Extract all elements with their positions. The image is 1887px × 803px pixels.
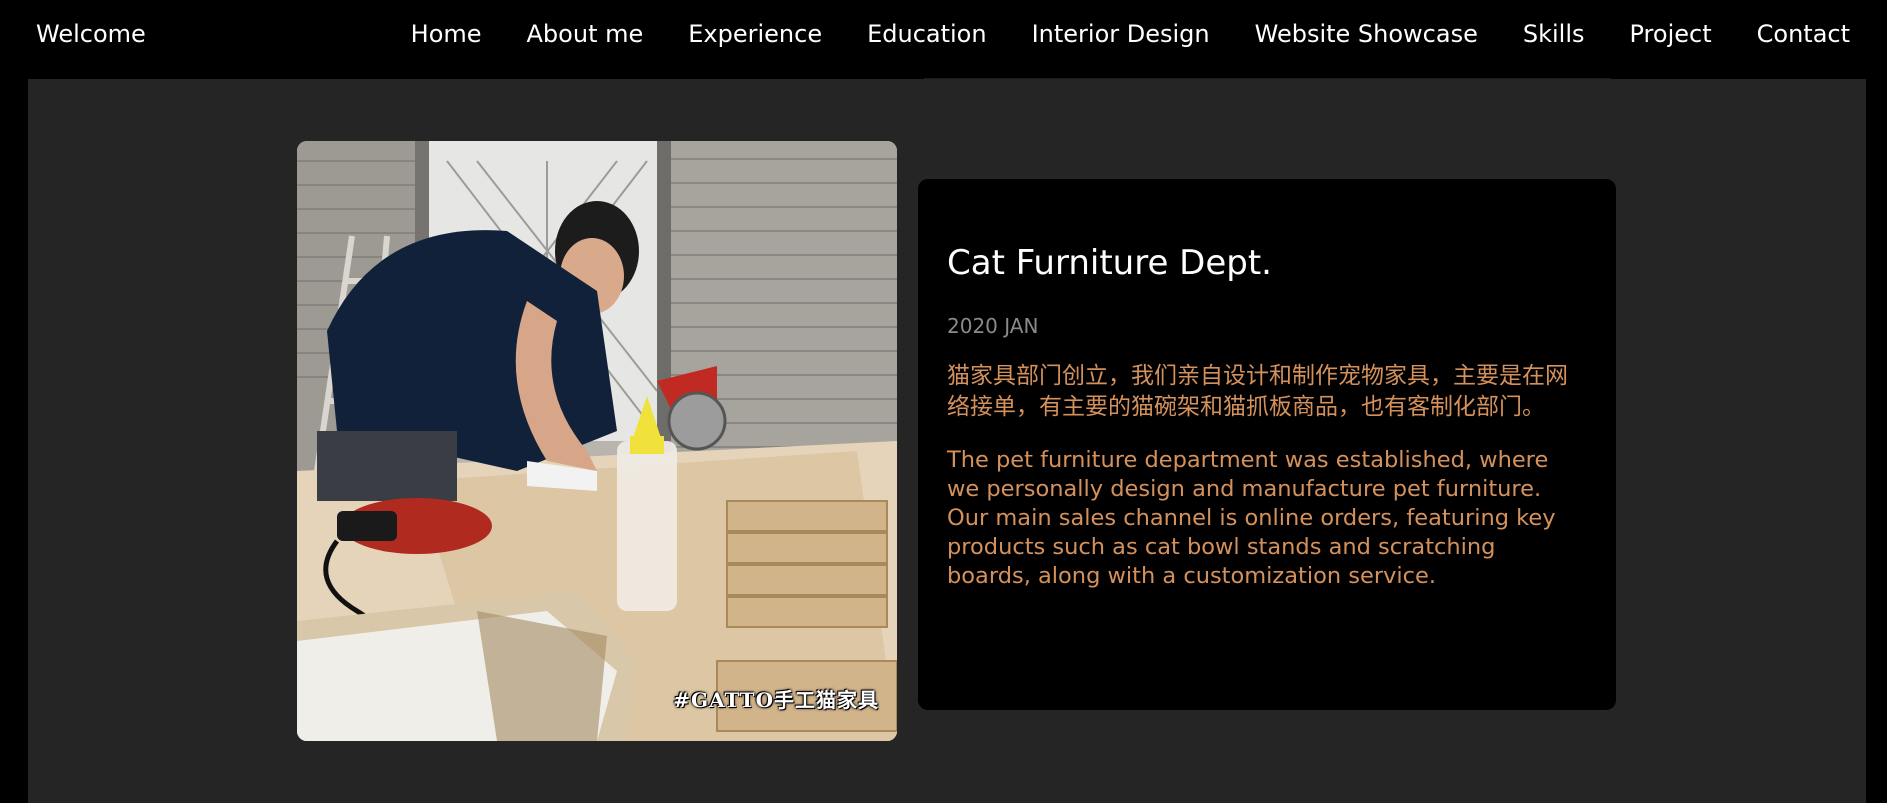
nav-link-contact[interactable]: Contact	[1757, 18, 1850, 50]
card-description-en: The pet furniture department was establi…	[947, 447, 1556, 589]
top-navbar: Welcome Home About me Experience Educati…	[0, 0, 1887, 79]
brand-welcome-link[interactable]: Welcome	[36, 18, 146, 50]
workshop-photo: #GATTO手工猫家具	[297, 141, 897, 741]
nav-links: Home About me Experience Education Inter…	[411, 18, 1850, 50]
experience-card: Cat Furniture Dept. 2020 JAN 猫家具部门创立，我们亲…	[918, 179, 1616, 710]
nav-link-about-me[interactable]: About me	[527, 18, 644, 50]
nav-link-project[interactable]: Project	[1630, 18, 1712, 50]
nav-link-interior-design[interactable]: Interior Design	[1032, 18, 1210, 50]
nav-link-education[interactable]: Education	[867, 18, 986, 50]
photo-watermark: #GATTO手工猫家具	[673, 688, 879, 712]
nav-link-experience[interactable]: Experience	[688, 18, 822, 50]
card-description-zh: 猫家具部门创立，我们亲自设计和制作宠物家具，主要是在网络接单，有主要的猫碗架和猫…	[947, 363, 1568, 420]
card-title: Cat Furniture Dept.	[947, 243, 1272, 283]
nav-link-home[interactable]: Home	[411, 18, 482, 50]
card-date: 2020 JAN	[947, 314, 1039, 338]
nav-link-website-showcase[interactable]: Website Showcase	[1255, 18, 1478, 50]
nav-link-skills[interactable]: Skills	[1523, 18, 1585, 50]
